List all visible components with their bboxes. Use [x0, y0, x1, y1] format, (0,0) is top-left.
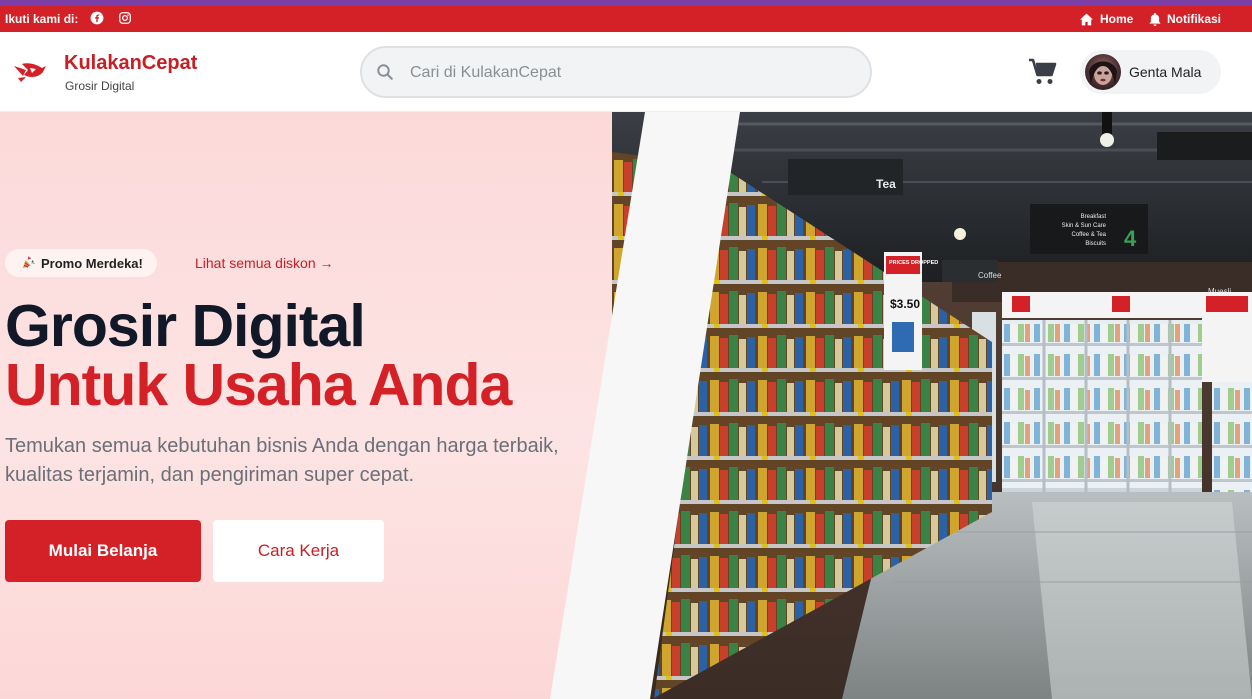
- search-bar[interactable]: [360, 46, 872, 98]
- hero-banner: Tea Breakfast Skin & Sun Care Coffee & T…: [0, 112, 1252, 699]
- bell-icon: [1149, 12, 1161, 26]
- svg-text:Coffee: Coffee: [978, 271, 1002, 280]
- promo-badge: Promo Merdeka!: [5, 249, 157, 277]
- home-label: Home: [1100, 12, 1134, 26]
- tea-sign: Tea: [876, 177, 896, 191]
- facebook-icon[interactable]: [90, 11, 104, 25]
- brand-logo-icon[interactable]: [12, 56, 48, 86]
- prices-dropped-sign: PRICES DROPPED: [889, 260, 938, 266]
- home-link[interactable]: Home: [1079, 12, 1133, 26]
- see-all-discounts-link[interactable]: Lihat semua diskon →: [195, 255, 334, 271]
- promo-badge-label: Promo Merdeka!: [41, 255, 143, 271]
- brand-tagline: Grosir Digital: [65, 79, 135, 93]
- party-popper-icon: [22, 256, 35, 269]
- cart-icon[interactable]: [1028, 58, 1058, 86]
- svg-text:Skin & Sun Care: Skin & Sun Care: [1062, 223, 1107, 229]
- brand-name[interactable]: KulakanCepat: [64, 52, 197, 75]
- start-shopping-button[interactable]: Mulai Belanja: [5, 520, 201, 582]
- notification-link[interactable]: Notifikasi: [1149, 12, 1221, 26]
- top-bar: Ikuti kami di: Home Notifikasi: [0, 6, 1252, 32]
- main-header: KulakanCepat Grosir Digital Genta Mala: [0, 32, 1252, 112]
- hero-subtitle: Temukan semua kebutuhan bisnis Anda deng…: [5, 435, 559, 486]
- notification-label: Notifikasi: [1167, 12, 1222, 26]
- user-menu[interactable]: Genta Mala: [1080, 50, 1221, 94]
- follow-label: Ikuti kami di:: [5, 12, 79, 26]
- price-tag: $3.50: [890, 297, 920, 311]
- how-it-works-button[interactable]: Cara Kerja: [213, 520, 384, 582]
- search-icon: [377, 64, 393, 80]
- hero-title-line2: Untuk Usaha Anda: [5, 352, 512, 418]
- instagram-icon[interactable]: [118, 11, 132, 25]
- avatar: [1085, 54, 1121, 90]
- home-icon: [1080, 13, 1093, 25]
- svg-text:Coffee & Tea: Coffee & Tea: [1072, 232, 1107, 238]
- svg-text:Breakfast: Breakfast: [1081, 214, 1107, 220]
- svg-text:Biscuits: Biscuits: [1085, 241, 1106, 247]
- hero-title-line1: Grosir Digital: [5, 293, 366, 359]
- user-name: Genta Mala: [1129, 64, 1202, 80]
- aisle-number: 4: [1124, 226, 1137, 251]
- search-input[interactable]: [410, 60, 850, 86]
